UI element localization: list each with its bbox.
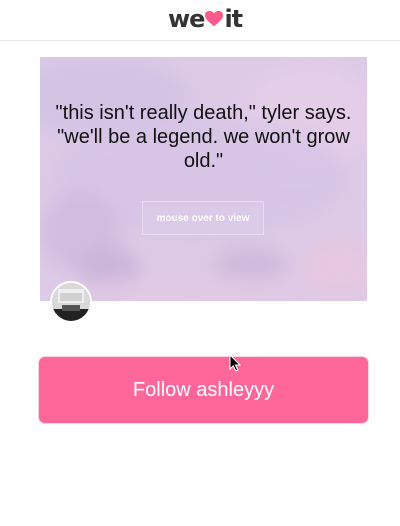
card-background [40,57,367,301]
logo-text-it: it [224,5,243,33]
logo-text-we: we [168,5,205,33]
avatar-image [52,283,90,321]
mouse-over-to-view-button[interactable]: mouse over to view [142,201,264,235]
mouse-cursor-icon [229,354,241,372]
heart-icon [205,10,224,27]
image-card[interactable]: "this isn't really death," tyler says. "… [40,57,367,301]
follow-button[interactable]: Follow ashleyyy [39,357,368,423]
weheartit-logo[interactable]: we it [168,4,243,34]
top-bar: we it [0,0,400,41]
avatar[interactable] [50,281,92,323]
quote-text: "this isn't really death," tyler says. "… [55,102,352,172]
